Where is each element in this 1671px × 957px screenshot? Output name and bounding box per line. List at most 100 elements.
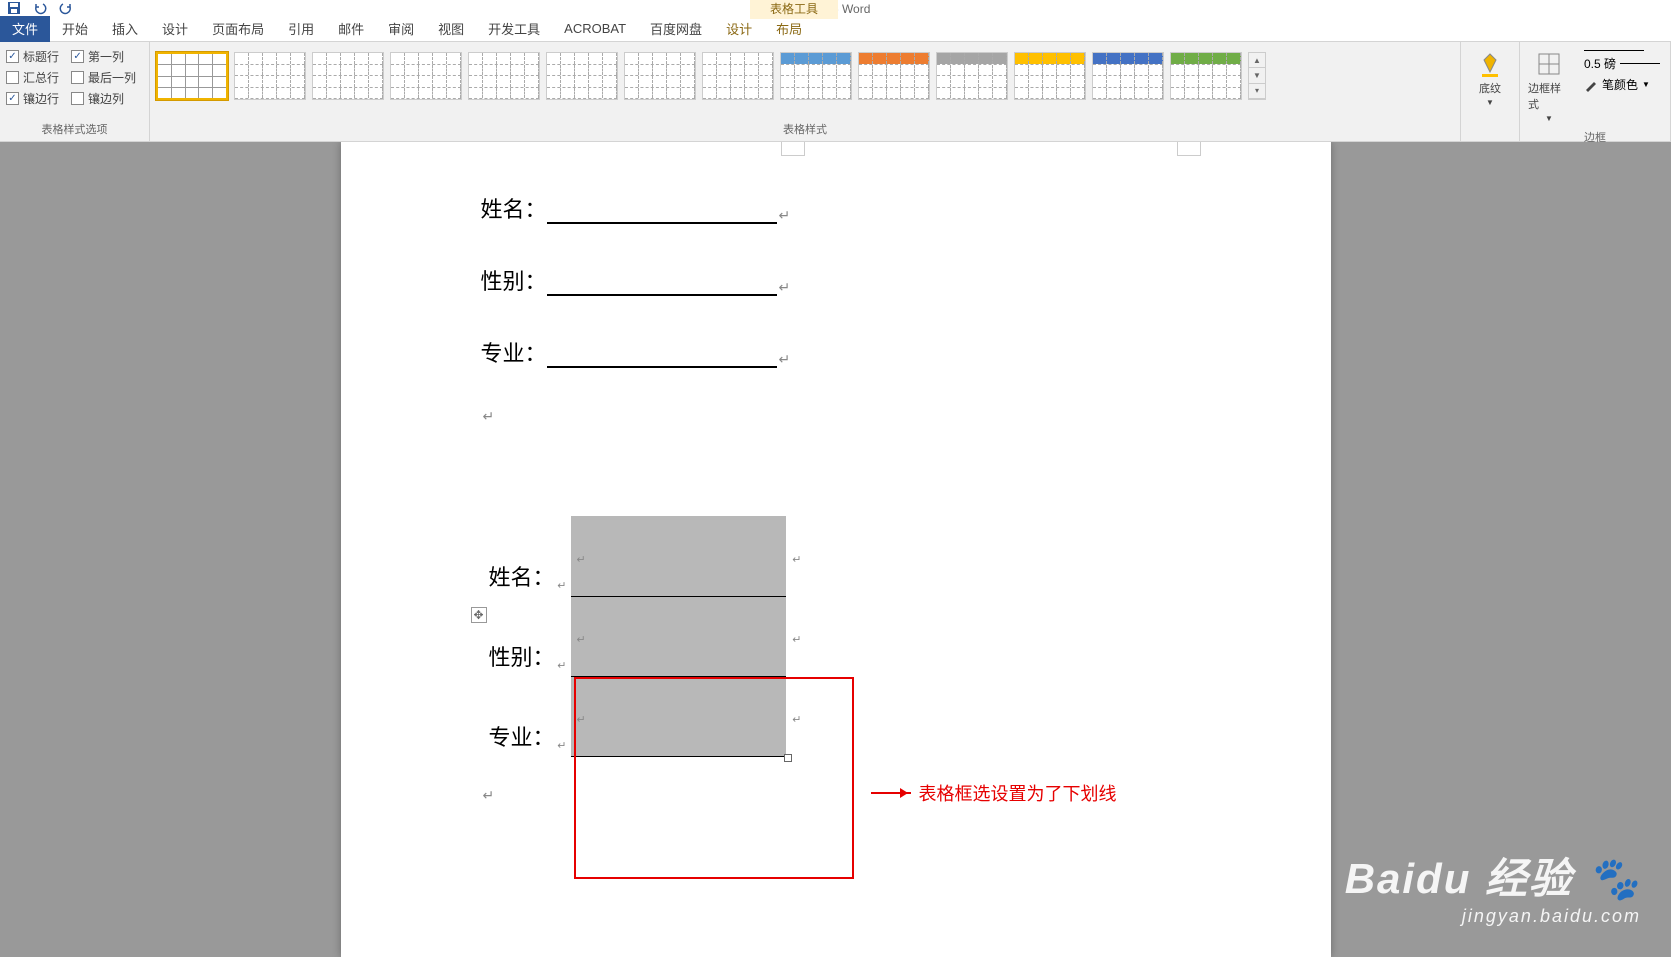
table-row: 姓名：↵ ↵↵ (481, 516, 786, 596)
tab-page-layout[interactable]: 页面布局 (200, 16, 276, 42)
table-tools-label: 表格工具 (750, 0, 838, 19)
underline-major[interactable] (547, 344, 777, 368)
group-table-styles-label: 表格样式 (156, 121, 1454, 137)
watermark-main: Baidu 经验 (1345, 855, 1573, 902)
watermark: Baidu 经验 🐾 jingyan.baidu.com (1345, 845, 1641, 927)
shading-label: 底纹 (1479, 80, 1501, 96)
tab-table-layout[interactable]: 布局 (764, 16, 814, 42)
tab-home[interactable]: 开始 (50, 16, 100, 42)
chk-last-column-label: 最后一列 (88, 69, 136, 86)
table-style-thumb[interactable] (858, 52, 930, 100)
save-button[interactable] (2, 0, 26, 16)
chk-header-row[interactable]: ✓标题行 (6, 48, 59, 65)
ribbon-tabs: 文件 开始 插入 设计 页面布局 引用 邮件 审阅 视图 开发工具 ACROBA… (0, 16, 1671, 42)
tab-design[interactable]: 设计 (150, 16, 200, 42)
paragraph-mark: ↵ (483, 408, 495, 424)
ribbon: ✓标题行 ✓第一列 汇总行 最后一列 ✓镶边行 镶边列 表格样式选项 ▲▼▾ 表… (0, 42, 1671, 142)
quick-access-toolbar (0, 0, 78, 16)
chk-total-row[interactable]: 汇总行 (6, 69, 59, 86)
annotation-arrow: 表格框选设置为了下划线 (871, 780, 1117, 806)
table-style-thumb[interactable] (156, 52, 228, 100)
group-shading: 底纹 ▼ (1461, 42, 1520, 141)
paragraph-mark: ↵ (483, 787, 495, 803)
pen-color-button[interactable]: 笔颜色▼ (1584, 76, 1660, 93)
gallery-more-button[interactable]: ▲▼▾ (1248, 52, 1266, 100)
table-style-thumb[interactable] (780, 52, 852, 100)
cell-label-gender[interactable]: 性别：↵ (481, 596, 571, 676)
ruler-marker-left (781, 142, 805, 156)
form-line-gender: 性别： ↵ (481, 264, 1191, 296)
label-major: 专业： (481, 336, 547, 368)
ruler-marker-right (1177, 142, 1201, 156)
paragraph-mark: ↵ (779, 279, 791, 296)
chk-header-row-label: 标题行 (23, 48, 59, 65)
group-borders: 边框样式 ▼ 0.5 磅 笔颜色▼ 边框 (1520, 42, 1671, 141)
tab-file[interactable]: 文件 (0, 16, 50, 42)
table-style-thumb[interactable] (1014, 52, 1086, 100)
table-style-thumb[interactable] (1170, 52, 1242, 100)
form-line-major: 专业： ↵ (481, 336, 1191, 368)
title-bar: 文档1 - Word 表格工具 (0, 0, 1671, 16)
undo-button[interactable] (28, 0, 52, 16)
dropdown-icon: ▼ (1545, 114, 1553, 123)
table-style-thumb[interactable] (702, 52, 774, 100)
group-style-options: ✓标题行 ✓第一列 汇总行 最后一列 ✓镶边行 镶边列 表格样式选项 (0, 42, 150, 141)
cell-label-major[interactable]: 专业：↵ (481, 676, 571, 756)
document-area: 姓名： ↵ 性别： ↵ 专业： ↵ ↵ ✥ 姓名：↵ ↵↵ 性别：↵ ↵↵ (0, 142, 1671, 957)
tab-mailings[interactable]: 邮件 (326, 16, 376, 42)
chk-banded-columns-label: 镶边列 (88, 90, 124, 107)
tab-insert[interactable]: 插入 (100, 16, 150, 42)
annotation-red-box (574, 677, 854, 879)
pen-color-label: 笔颜色 (1602, 76, 1638, 93)
chk-first-column[interactable]: ✓第一列 (71, 48, 124, 65)
tab-acrobat[interactable]: ACROBAT (552, 16, 638, 42)
watermark-sub: jingyan.baidu.com (1345, 906, 1641, 927)
tab-baidu[interactable]: 百度网盘 (638, 16, 714, 42)
tab-references[interactable]: 引用 (276, 16, 326, 42)
label-name: 姓名： (481, 192, 547, 224)
cell-label-name[interactable]: 姓名：↵ (481, 516, 571, 596)
table-style-thumb[interactable] (546, 52, 618, 100)
page[interactable]: 姓名： ↵ 性别： ↵ 专业： ↵ ↵ ✥ 姓名：↵ ↵↵ 性别：↵ ↵↵ (341, 142, 1331, 957)
chk-banded-rows-label: 镶边行 (23, 90, 59, 107)
table-style-thumb[interactable] (936, 52, 1008, 100)
group-borders-label: 边框 (1526, 129, 1664, 145)
paragraph-mark: ↵ (779, 207, 791, 224)
border-styles-label: 边框样式 (1528, 80, 1570, 112)
table-style-thumb[interactable] (312, 52, 384, 100)
table-style-thumb[interactable] (468, 52, 540, 100)
underline-gender[interactable] (547, 272, 777, 296)
tab-review[interactable]: 审阅 (376, 16, 426, 42)
paragraph-mark: ↵ (779, 351, 791, 368)
chk-banded-rows[interactable]: ✓镶边行 (6, 90, 59, 107)
chk-total-row-label: 汇总行 (23, 69, 59, 86)
tab-developer[interactable]: 开发工具 (476, 16, 552, 42)
dropdown-icon: ▼ (1486, 98, 1494, 107)
redo-button[interactable] (54, 0, 78, 16)
pen-icon (1584, 78, 1598, 92)
border-weight-selector[interactable]: 0.5 磅 (1584, 55, 1660, 72)
chk-last-column[interactable]: 最后一列 (71, 69, 136, 86)
paw-icon: 🐾 (1587, 855, 1641, 904)
shading-button[interactable]: 底纹 ▼ (1467, 46, 1513, 111)
border-styles-button[interactable]: 边框样式 ▼ (1526, 46, 1572, 127)
table-style-thumb[interactable] (624, 52, 696, 100)
underline-name[interactable] (547, 200, 777, 224)
table-style-thumb[interactable] (390, 52, 462, 100)
group-style-options-label: 表格样式选项 (6, 121, 143, 137)
cell-value-name[interactable]: ↵↵ (571, 516, 786, 596)
chk-banded-columns[interactable]: 镶边列 (71, 90, 124, 107)
cell-value-gender[interactable]: ↵↵ (571, 596, 786, 676)
table-style-thumb[interactable] (1092, 52, 1164, 100)
border-weight-value: 0.5 磅 (1584, 55, 1616, 72)
table-style-thumb[interactable] (234, 52, 306, 100)
tab-table-design[interactable]: 设计 (714, 16, 764, 42)
border-line-style[interactable] (1584, 50, 1644, 51)
chk-first-column-label: 第一列 (88, 48, 124, 65)
group-table-styles: ▲▼▾ 表格样式 (150, 42, 1461, 141)
table-styles-gallery: ▲▼▾ (156, 46, 1454, 119)
tab-view[interactable]: 视图 (426, 16, 476, 42)
annotation-text: 表格框选设置为了下划线 (919, 780, 1117, 806)
table-row: 性别：↵ ↵↵ (481, 596, 786, 676)
form-line-name: 姓名： ↵ (481, 192, 1191, 224)
